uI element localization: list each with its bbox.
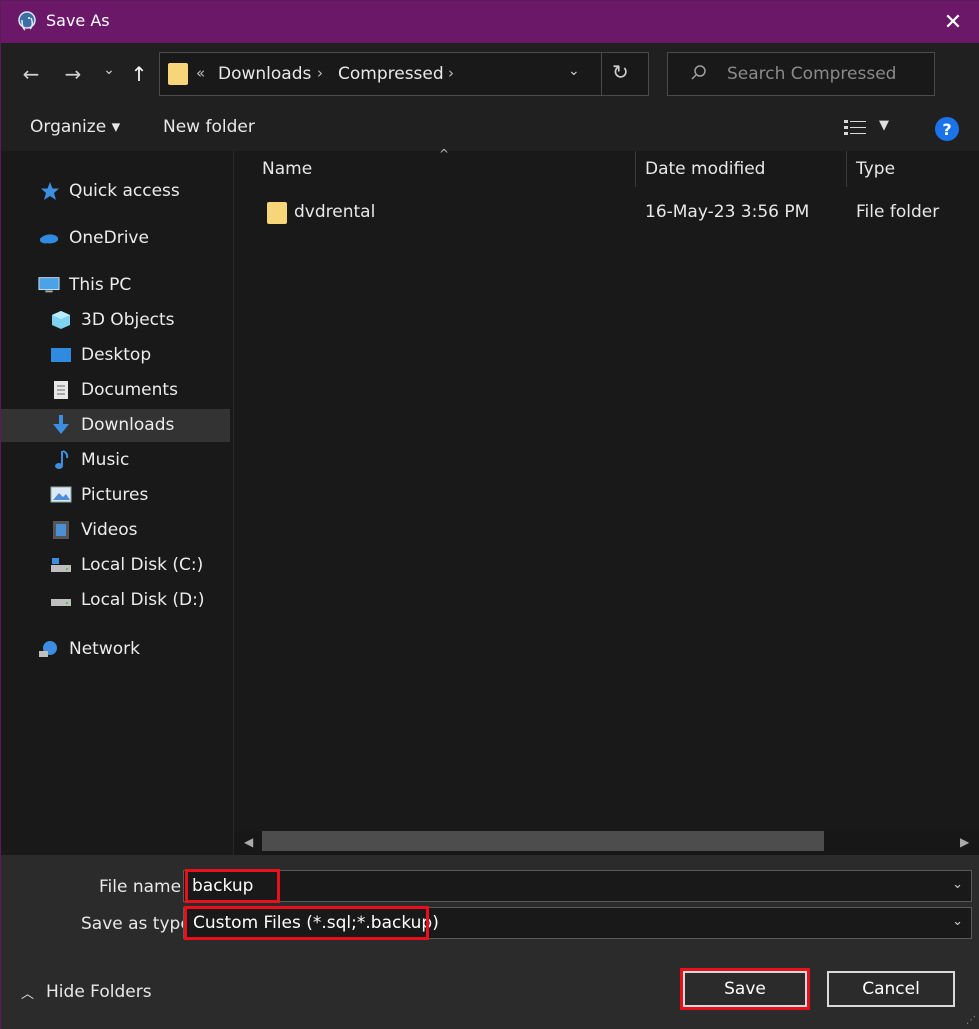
music-note-icon	[55, 450, 69, 469]
column-header-type[interactable]: Type	[856, 159, 895, 179]
sidebar-item-label: 3D Objects	[81, 310, 175, 330]
horizontal-scrollbar[interactable]: ◀ ▶	[234, 831, 979, 855]
column-divider[interactable]	[846, 151, 847, 187]
desktop-icon	[51, 348, 71, 362]
highlight-box	[680, 968, 810, 1010]
sort-ascending-icon: ^	[439, 147, 450, 161]
sidebar-item-label: Desktop	[81, 345, 152, 365]
download-arrow-icon	[53, 415, 69, 434]
sidebar-item-label: Videos	[81, 520, 138, 540]
chevron-up-icon: ︿	[21, 986, 35, 1002]
scroll-right-icon[interactable]: ▶	[960, 835, 969, 849]
resize-grip-icon[interactable]: ⋰	[966, 1015, 976, 1026]
sidebar-item-desktop[interactable]: Desktop	[1, 339, 230, 372]
document-icon	[54, 381, 68, 399]
navigation-pane: Quick access OneDrive This PC 3D Objects…	[1, 151, 233, 855]
picture-icon	[50, 486, 72, 503]
window-title: Save As	[46, 11, 110, 30]
sidebar-item-pictures[interactable]: Pictures	[1, 479, 230, 512]
folder-icon	[267, 202, 287, 224]
hide-folders-button[interactable]: ︿ Hide Folders	[21, 982, 152, 1002]
file-list: ^ Name Date modified Type dvdrental 16-M…	[234, 147, 979, 831]
sidebar-item-label: Music	[81, 450, 130, 470]
drive-icon	[51, 599, 71, 606]
sidebar-item-this-pc[interactable]: This PC	[1, 269, 230, 302]
address-bar[interactable]: « Downloads › Compressed › ⌄ ↻	[159, 52, 649, 96]
scrollbar-thumb[interactable]	[262, 831, 824, 851]
sidebar-item-local-disk-d[interactable]: Local Disk (D:)	[1, 584, 230, 617]
chevron-down-icon[interactable]: ⌄	[952, 914, 963, 929]
sidebar-item-3d-objects[interactable]: 3D Objects	[1, 304, 230, 337]
file-row[interactable]: dvdrental 16-May-23 3:56 PM File folder	[234, 199, 979, 229]
highlight-box	[184, 906, 429, 940]
sidebar-item-label: Local Disk (C:)	[81, 555, 204, 575]
file-name-label: File name:	[99, 877, 187, 897]
sidebar-item-label: Local Disk (D:)	[81, 590, 205, 610]
back-arrow-icon[interactable]: ←	[17, 57, 45, 91]
chevron-down-icon[interactable]: ⌄	[952, 877, 963, 892]
recent-locations-chevron-icon[interactable]: ⌄	[95, 53, 123, 87]
new-folder-button[interactable]: New folder	[163, 117, 255, 137]
save-as-dialog: Save As ✕ ← → ⌄ ↑ « Downloads › Compress…	[0, 0, 979, 1029]
sidebar-item-onedrive[interactable]: OneDrive	[1, 222, 230, 255]
star-icon	[41, 182, 59, 200]
column-header-date-modified[interactable]: Date modified	[645, 159, 765, 179]
sidebar-item-music[interactable]: Music	[1, 444, 230, 477]
file-date-modified: 16-May-23 3:56 PM	[645, 202, 810, 222]
drive-icon	[51, 558, 71, 572]
title-bar: Save As ✕	[1, 1, 979, 43]
sidebar-item-label: This PC	[69, 275, 132, 295]
sidebar-item-label: Pictures	[81, 485, 149, 505]
sidebar-item-downloads[interactable]: Downloads	[1, 409, 230, 442]
column-divider[interactable]	[635, 151, 636, 187]
network-icon	[39, 641, 57, 657]
help-icon[interactable]: ?	[935, 117, 959, 141]
sidebar-item-quick-access[interactable]: Quick access	[1, 175, 230, 208]
hide-folders-label: Hide Folders	[46, 982, 152, 1002]
sidebar-item-network[interactable]: Network	[1, 633, 230, 666]
sidebar-item-label: Documents	[81, 380, 178, 400]
file-name: dvdrental	[294, 202, 376, 222]
file-name-input[interactable]: backup ⌄	[183, 870, 972, 902]
cloud-icon	[39, 234, 59, 244]
save-as-type-label: Save as type:	[81, 914, 197, 934]
sidebar-item-label: Downloads	[81, 415, 175, 435]
sidebar-item-label: Network	[69, 639, 140, 659]
breadcrumb-downloads[interactable]: Downloads	[218, 64, 311, 84]
breadcrumb-compressed[interactable]: Compressed	[338, 64, 444, 84]
organize-button[interactable]: Organize ▾	[30, 117, 120, 137]
address-dropdown-icon[interactable]: ⌄	[568, 63, 580, 79]
folder-icon	[168, 63, 188, 85]
file-type: File folder	[856, 202, 940, 222]
cube-icon	[52, 311, 70, 329]
close-icon[interactable]: ✕	[938, 7, 968, 37]
command-toolbar: Organize ▾ New folder ▼ ?	[1, 105, 979, 151]
scroll-left-icon[interactable]: ◀	[244, 835, 253, 849]
breadcrumb-separator[interactable]: ›	[448, 64, 454, 82]
breadcrumb-overflow[interactable]: «	[196, 64, 205, 82]
monitor-icon	[38, 277, 60, 293]
sidebar-item-videos[interactable]: Videos	[1, 514, 230, 547]
up-arrow-icon[interactable]: ↑	[125, 57, 153, 91]
view-options-icon[interactable]	[843, 118, 869, 138]
divider	[601, 53, 602, 95]
search-box[interactable]: Search Compressed	[667, 52, 935, 96]
highlight-box	[185, 869, 280, 903]
view-dropdown-icon[interactable]: ▼	[879, 118, 889, 133]
search-placeholder: Search Compressed	[727, 64, 897, 84]
save-form: File name: backup ⌄ Save as type: Custom…	[1, 855, 979, 1029]
postgres-elephant-icon	[18, 11, 36, 31]
sidebar-item-documents[interactable]: Documents	[1, 374, 230, 407]
sidebar-item-label: OneDrive	[69, 228, 149, 248]
search-icon	[691, 65, 706, 80]
sidebar-item-label: Quick access	[69, 181, 180, 201]
forward-arrow-icon[interactable]: →	[59, 57, 87, 91]
sidebar-item-local-disk-c[interactable]: Local Disk (C:)	[1, 549, 230, 582]
film-icon	[53, 521, 69, 539]
refresh-icon[interactable]: ↻	[612, 60, 629, 84]
cancel-button[interactable]: Cancel	[827, 971, 955, 1007]
breadcrumb-separator[interactable]: ›	[317, 64, 323, 82]
column-header-name[interactable]: Name	[262, 159, 312, 179]
navigation-bar: ← → ⌄ ↑ « Downloads › Compressed › ⌄ ↻ S…	[1, 43, 979, 105]
